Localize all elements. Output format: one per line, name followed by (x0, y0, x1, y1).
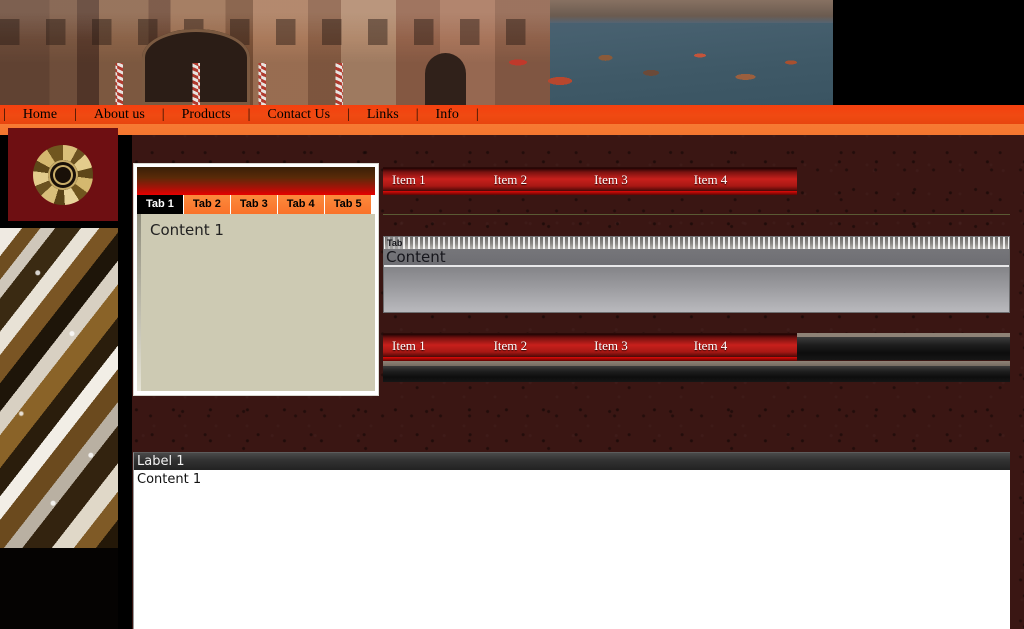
tab-5[interactable]: Tab 5 (324, 195, 372, 214)
top-menu-bar-container: Item 1 Item 2 Item 3 Item 4 (383, 167, 797, 195)
sidebar-filler (0, 548, 118, 629)
top-menu-item-1[interactable]: Item 1 (392, 172, 426, 188)
gray-panel-content-label: Content (384, 249, 1009, 267)
nav-separator: | (475, 106, 479, 122)
tab-panel-content: Content 1 (150, 221, 224, 239)
nav-separator: | (161, 106, 165, 122)
tab-4[interactable]: Tab 4 (277, 195, 325, 214)
gray-panel-tab-label[interactable]: Tab (386, 237, 404, 249)
bottom-menu-bar-container: Item 1 Item 2 Item 3 Item 4 (383, 333, 797, 361)
tab-1[interactable]: Tab 1 (137, 195, 184, 214)
sidebar-city-photo (0, 228, 118, 548)
top-panel-bottom-rule (383, 214, 1010, 215)
header-banner-image (0, 0, 833, 105)
bottom-menu-item-1[interactable]: Item 1 (392, 338, 426, 354)
nav-separator: | (347, 106, 350, 122)
nav-separator: | (3, 106, 6, 122)
tab-widget-panel: Content 1 (137, 214, 375, 391)
banner-boats (483, 45, 833, 103)
bottom-content-text: Content 1 (137, 472, 202, 487)
gray-panel-body (384, 267, 1009, 312)
top-menu-item-2[interactable]: Item 2 (494, 172, 528, 188)
bottom-menu-item-4[interactable]: Item 4 (694, 338, 728, 354)
bottom-label-bar: Label 1 (133, 452, 1010, 470)
top-menu-item-4[interactable]: Item 4 (694, 172, 728, 188)
nav-item-home[interactable]: Home (9, 105, 71, 124)
top-navigation-bar: | Home | About us | Products | Contact U… (0, 105, 1024, 124)
gray-panel-header: Tab (384, 237, 1009, 249)
nav-item-contact-us[interactable]: Contact Us (253, 105, 344, 124)
site-logo-box[interactable] (8, 128, 118, 221)
top-menu-bar: Item 1 Item 2 Item 3 Item 4 (383, 167, 797, 191)
tab-2[interactable]: Tab 2 (183, 195, 231, 214)
nav-items-container: | Home | About us | Products | Contact U… (0, 105, 1024, 124)
tab-widget: Tab 1 Tab 2 Tab 3 Tab 4 Tab 5 Content 1 (133, 163, 379, 396)
nav-item-links[interactable]: Links (353, 105, 413, 124)
nav-separator: | (74, 106, 77, 122)
bottom-menu-item-3[interactable]: Item 3 (594, 338, 628, 354)
tab-widget-header-bar (137, 167, 375, 195)
nav-item-products[interactable]: Products (168, 105, 245, 124)
nav-separator: | (415, 106, 419, 122)
bottom-menu-item-2[interactable]: Item 2 (494, 338, 528, 354)
nav-item-info[interactable]: Info (422, 105, 473, 124)
tab-3[interactable]: Tab 3 (230, 195, 278, 214)
nav-item-about-us[interactable]: About us (80, 105, 159, 124)
navigation-underbar (0, 124, 1024, 135)
top-menu-item-3[interactable]: Item 3 (594, 172, 628, 188)
ornamental-medallion-icon (33, 144, 93, 205)
tab-widget-tabstrip: Tab 1 Tab 2 Tab 3 Tab 4 Tab 5 (137, 195, 372, 214)
bottom-content-area: Content 1 (133, 470, 1010, 629)
gray-tab-panel: Tab Content (383, 236, 1010, 313)
bottom-menu-trailing-bar (383, 366, 1010, 382)
banner-mooring-poles (0, 63, 550, 105)
nav-separator: | (247, 106, 251, 122)
bottom-menu-bar: Item 1 Item 2 Item 3 Item 4 (383, 333, 797, 357)
page-root: | Home | About us | Products | Contact U… (0, 0, 1024, 629)
top-menu-underline (383, 191, 797, 195)
